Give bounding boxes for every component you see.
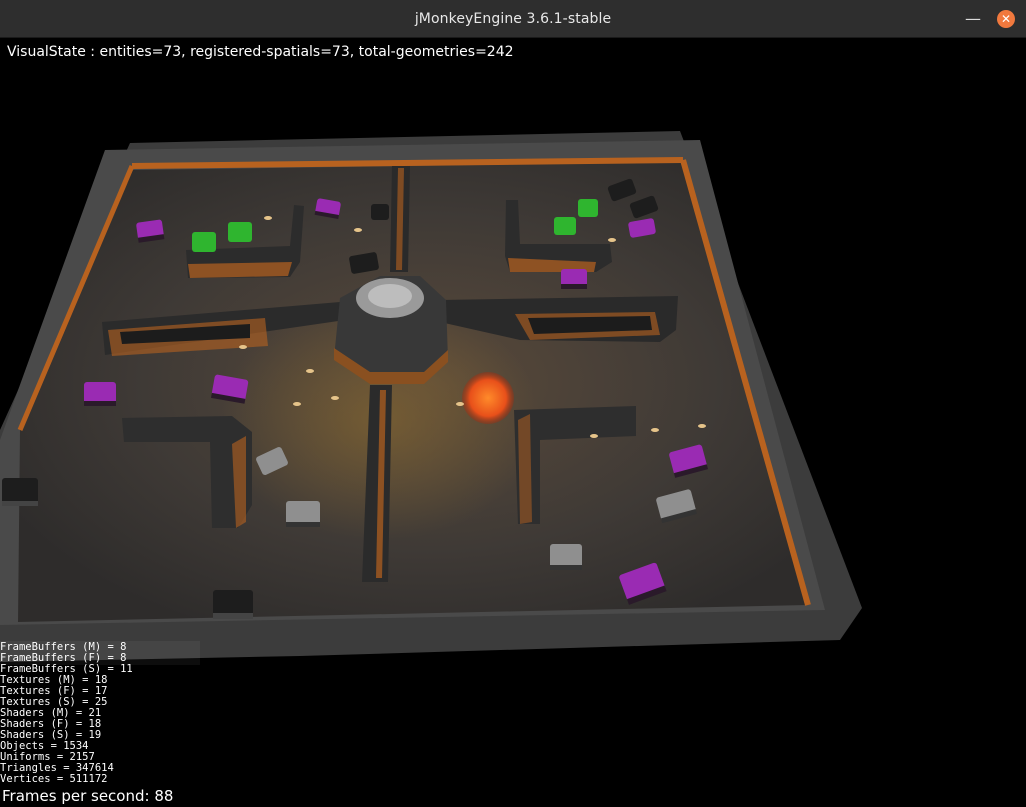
- tank-purple-6: [561, 269, 587, 289]
- render-stats: FrameBuffers (M) = 8 FrameBuffers (F) = …: [0, 642, 133, 785]
- tank-green-4: [554, 217, 576, 235]
- explosion: [462, 372, 514, 424]
- app-window: jMonkeyEngine 3.6.1-stable — ✕ VisualSta…: [0, 0, 1026, 807]
- title-bar[interactable]: jMonkeyEngine 3.6.1-stable — ✕: [0, 0, 1026, 38]
- fps-counter: Frames per second: 88: [2, 787, 174, 805]
- tank-green-2: [228, 222, 252, 242]
- tank-gray-4: [550, 544, 582, 570]
- tank-gray-2: [286, 501, 320, 527]
- stat-line: Vertices = 511172: [0, 773, 108, 785]
- tank-black-5: [2, 478, 38, 506]
- tank-purple-1: [136, 219, 165, 243]
- tank-black-1: [371, 204, 389, 220]
- arena-scene: [0, 131, 862, 662]
- tank-green-1: [192, 232, 216, 252]
- game-viewport[interactable]: VisualState : entities=73, registered-sp…: [0, 38, 1026, 807]
- minimize-button[interactable]: —: [964, 10, 982, 28]
- tank-green-3: [578, 199, 598, 217]
- tank-black-6: [213, 590, 253, 619]
- window-title: jMonkeyEngine 3.6.1-stable: [414, 10, 612, 27]
- tank-purple-3: [84, 382, 116, 406]
- close-button[interactable]: ✕: [997, 10, 1015, 28]
- visual-state-readout: VisualState : entities=73, registered-sp…: [7, 44, 514, 60]
